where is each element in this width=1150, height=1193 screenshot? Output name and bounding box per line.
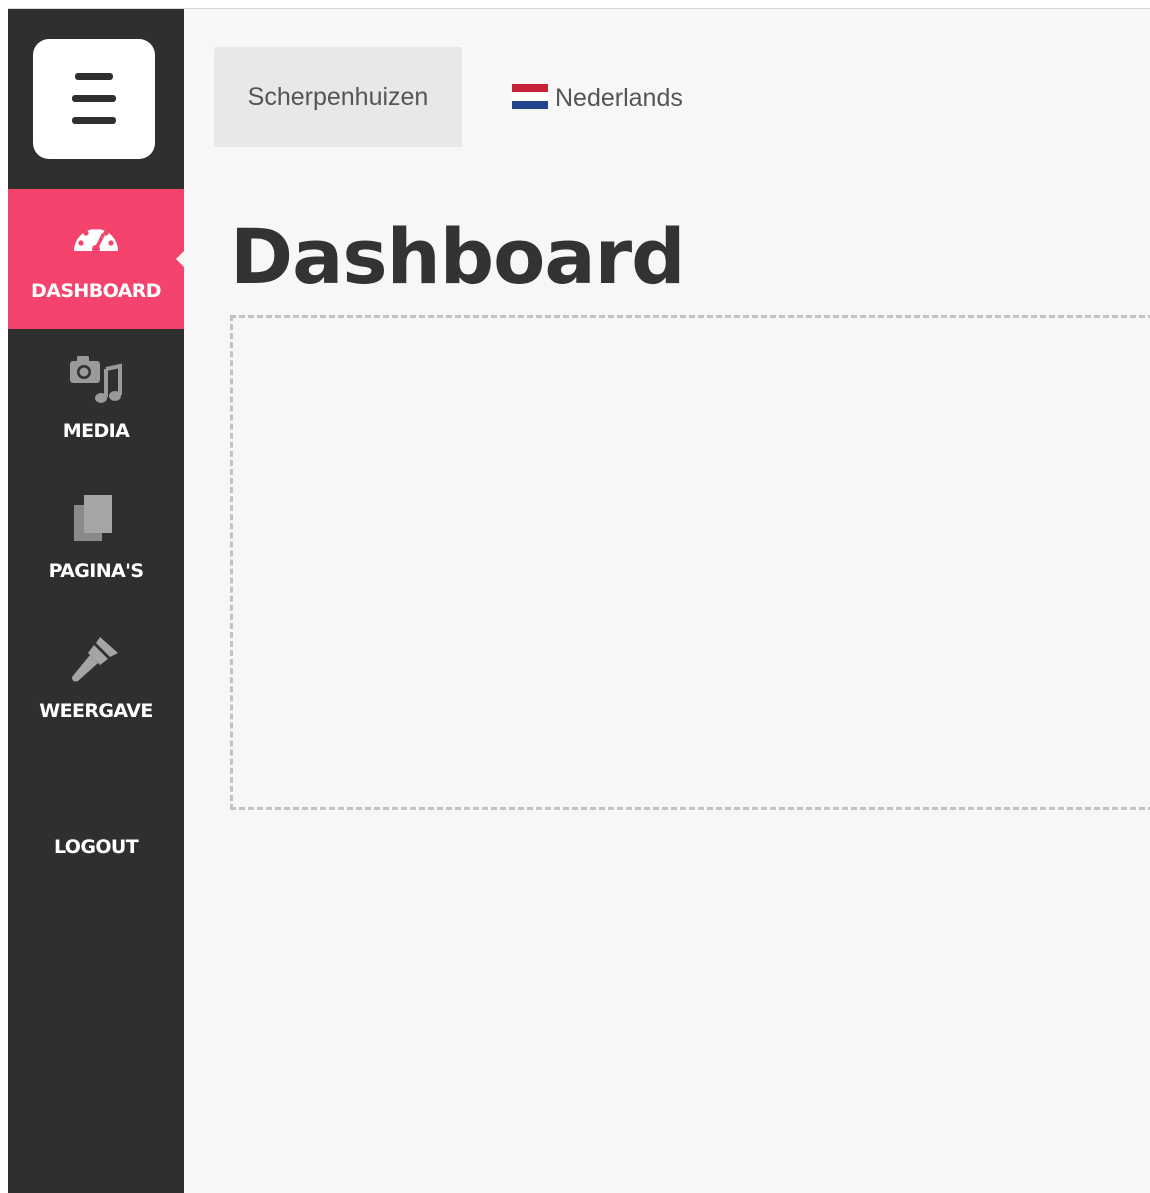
sidebar-item-paginas[interactable]: PAGINA'S bbox=[8, 469, 184, 609]
language-label: Nederlands bbox=[555, 84, 683, 112]
sidebar-item-weergave[interactable]: WEERGAVE bbox=[8, 609, 184, 749]
app-window: DASHBOARD MEDIA PAGINA'S WEERGAVE LOGOUT… bbox=[8, 8, 1150, 1193]
pages-icon bbox=[74, 495, 112, 541]
logout-label: LOGOUT bbox=[53, 836, 139, 858]
page-title: Dashboard bbox=[230, 212, 685, 301]
top-header: Scherpenhuizen Nederlands bbox=[184, 9, 1150, 187]
sidebar-item-label: WEERGAVE bbox=[39, 700, 153, 722]
sidebar-item-label: DASHBOARD bbox=[31, 280, 162, 302]
dashboard-widget-area bbox=[230, 315, 1150, 810]
camera-music-icon bbox=[70, 356, 122, 403]
sidebar-item-media[interactable]: MEDIA bbox=[8, 329, 184, 469]
dashboard-gauge-icon bbox=[74, 224, 118, 253]
language-selector[interactable]: Nederlands bbox=[512, 83, 683, 113]
sidebar-item-label: MEDIA bbox=[62, 420, 130, 442]
sidebar-item-dashboard[interactable]: DASHBOARD bbox=[8, 189, 184, 329]
logout-button[interactable]: LOGOUT bbox=[8, 749, 184, 858]
site-selector-button[interactable]: Scherpenhuizen bbox=[214, 47, 462, 147]
sidebar: DASHBOARD MEDIA PAGINA'S WEERGAVE LOGOUT bbox=[8, 9, 184, 1193]
sidebar-item-label: PAGINA'S bbox=[48, 560, 144, 582]
paintbrush-icon bbox=[72, 637, 118, 682]
menu-toggle-button[interactable] bbox=[33, 39, 155, 159]
netherlands-flag-icon bbox=[512, 84, 548, 109]
